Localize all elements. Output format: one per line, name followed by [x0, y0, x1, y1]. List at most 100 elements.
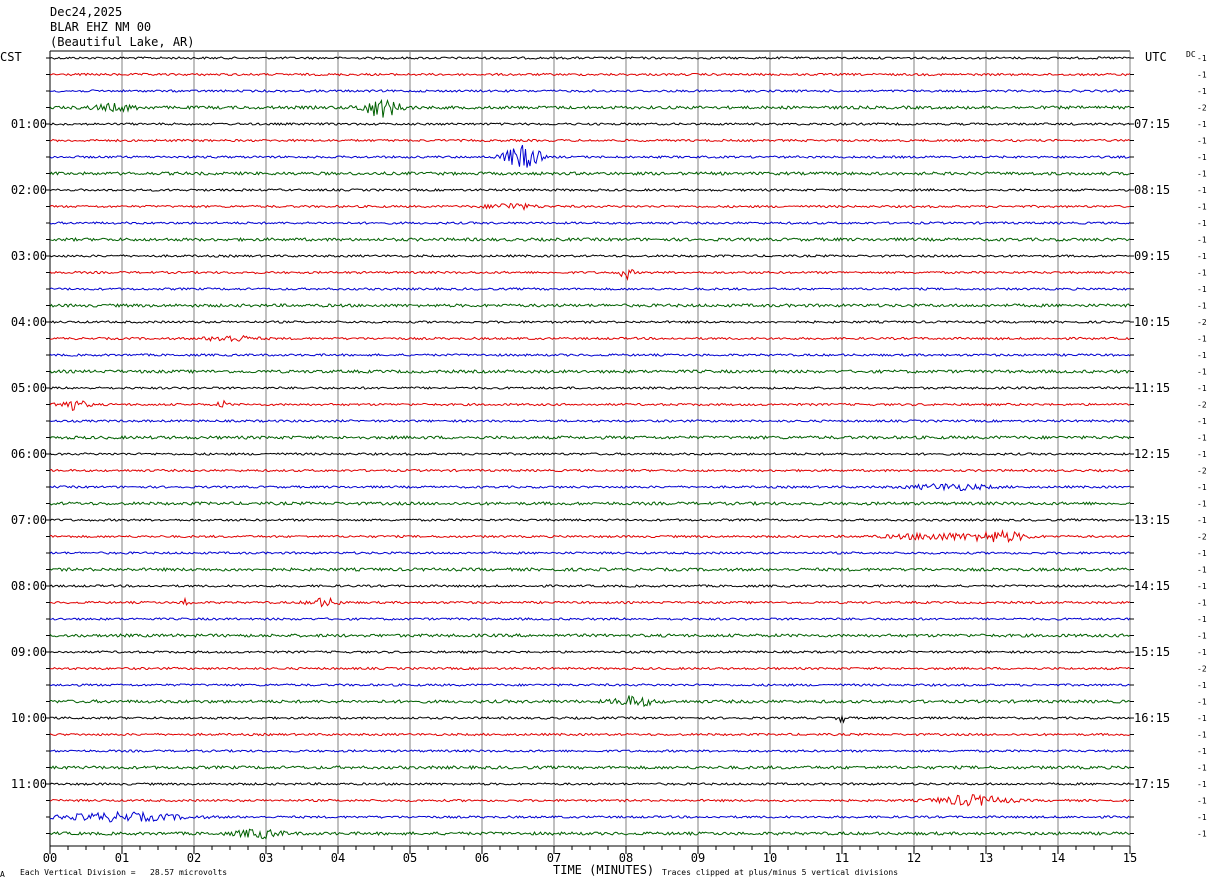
utc-hour-label: 14:15	[1134, 579, 1170, 593]
x-tick-label: 10	[763, 851, 777, 865]
seismic-trace	[49, 452, 1131, 456]
dc-offset-label: -1	[1197, 747, 1207, 756]
dc-offset-label: -1	[1197, 632, 1207, 641]
x-tick-label: 02	[187, 851, 201, 865]
x-tick-label: 06	[475, 851, 489, 865]
cst-hour-label: 10:00	[11, 711, 47, 725]
utc-hour-label: 17:15	[1134, 777, 1170, 791]
utc-hour-label: 07:15	[1134, 117, 1170, 131]
seismic-trace	[49, 633, 1131, 638]
dc-offset-label: -1	[1197, 582, 1207, 591]
dc-offset-label: -1	[1197, 219, 1207, 228]
dc-offset-label: -1	[1197, 351, 1207, 360]
cst-hour-label: 11:00	[11, 777, 47, 791]
seismic-trace	[49, 287, 1131, 291]
x-tick-label: 12	[907, 851, 921, 865]
dc-offset-label: -1	[1197, 368, 1207, 377]
dc-offset-label: -2	[1197, 665, 1207, 674]
seismic-trace	[49, 650, 1131, 654]
seismic-trace	[49, 188, 1131, 192]
dc-offset-label: -1	[1197, 384, 1207, 393]
cst-hour-label: 05:00	[11, 381, 47, 395]
seismic-trace	[49, 254, 1131, 258]
dc-offset-label: -1	[1197, 764, 1207, 773]
cst-hour-label: 01:00	[11, 117, 47, 131]
seismic-trace	[49, 122, 1131, 126]
x-tick-label: 09	[691, 851, 705, 865]
dc-offset-label: -2	[1197, 533, 1207, 542]
seismic-trace	[49, 72, 1131, 77]
dc-offset-label: -1	[1197, 153, 1207, 162]
dc-offset-label: -1	[1197, 186, 1207, 195]
dc-offset-label: -1	[1197, 483, 1207, 492]
dc-offset-label: -1	[1197, 269, 1207, 278]
x-tick-label: 14	[1051, 851, 1065, 865]
seismic-trace	[49, 170, 1131, 176]
cst-hour-label: 02:00	[11, 183, 47, 197]
seismic-trace	[50, 695, 1131, 708]
clip-note: Traces clipped at plus/minus 5 vertical …	[662, 868, 899, 877]
x-axis-title: TIME (MINUTES)	[553, 863, 655, 877]
x-tick-label: 00	[43, 851, 57, 865]
x-tick-label: 03	[259, 851, 273, 865]
dc-offset-label: -1	[1197, 599, 1207, 608]
dc-offset-label: -1	[1197, 566, 1207, 575]
seismic-trace	[49, 386, 1131, 390]
dc-offset-label: -1	[1197, 516, 1207, 525]
utc-hour-label: 12:15	[1134, 447, 1170, 461]
x-tick-label: 01	[115, 851, 129, 865]
seismic-trace	[49, 732, 1131, 737]
x-tick-label: 05	[403, 851, 417, 865]
seismic-trace	[49, 528, 1131, 544]
cst-hour-label: 08:00	[11, 579, 47, 593]
dc-offset-label: -1	[1197, 500, 1207, 509]
utc-hour-label: 09:15	[1134, 249, 1170, 263]
dc-offset-label: -1	[1197, 87, 1207, 96]
seismic-trace	[49, 584, 1130, 588]
seismic-trace	[49, 138, 1131, 143]
seismic-trace	[49, 551, 1131, 555]
cst-hour-label: 09:00	[11, 645, 47, 659]
seismic-trace	[49, 468, 1131, 473]
seismic-trace	[49, 518, 1131, 522]
seismic-trace	[49, 221, 1131, 225]
dc-offset-label: -1	[1197, 450, 1207, 459]
seismic-trace	[49, 98, 1131, 118]
seismic-trace	[49, 320, 1131, 324]
seismic-trace	[49, 828, 1131, 840]
seismic-trace	[49, 714, 1131, 724]
seismic-trace	[49, 782, 1131, 786]
scale-note: Each Vertical Division = 28.57 microvolt…	[20, 868, 228, 877]
dc-offset-label: -1	[1197, 797, 1207, 806]
dc-offset-label: -2	[1197, 104, 1207, 113]
seismic-trace	[49, 483, 1131, 492]
seismic-trace	[49, 683, 1131, 687]
dc-offset-label: -2	[1197, 318, 1207, 327]
cst-hour-label: 07:00	[11, 513, 47, 527]
dc-offset-label: -1	[1197, 615, 1207, 624]
seismic-trace	[49, 794, 1131, 807]
dc-offset-label: -1	[1197, 54, 1207, 63]
seismic-trace	[49, 500, 1131, 506]
dc-offset-label: -1	[1197, 417, 1207, 426]
dc-offset-label: -1	[1197, 137, 1207, 146]
dc-offset-label: -1	[1197, 302, 1207, 311]
dc-offset-label: -1	[1197, 203, 1207, 212]
utc-hour-label: 16:15	[1134, 711, 1170, 725]
seismic-trace	[49, 749, 1131, 753]
dc-offset-label: -1	[1197, 681, 1207, 690]
seismic-trace	[49, 617, 1131, 621]
dc-offset-label: -1	[1197, 780, 1207, 789]
dc-offset-label: -1	[1197, 830, 1207, 839]
seismic-trace	[49, 303, 1131, 308]
seismic-trace	[49, 567, 1131, 573]
x-tick-label: 15	[1123, 851, 1137, 865]
seismic-trace	[49, 89, 1131, 93]
dc-offset-label: -1	[1197, 252, 1207, 261]
x-tick-label: 11	[835, 851, 849, 865]
utc-hour-label: 13:15	[1134, 513, 1170, 527]
corner-mark: A	[0, 870, 5, 879]
dc-offset-label: -2	[1197, 467, 1207, 476]
seismic-trace	[49, 810, 1131, 823]
dc-offset-label: -1	[1197, 813, 1207, 822]
